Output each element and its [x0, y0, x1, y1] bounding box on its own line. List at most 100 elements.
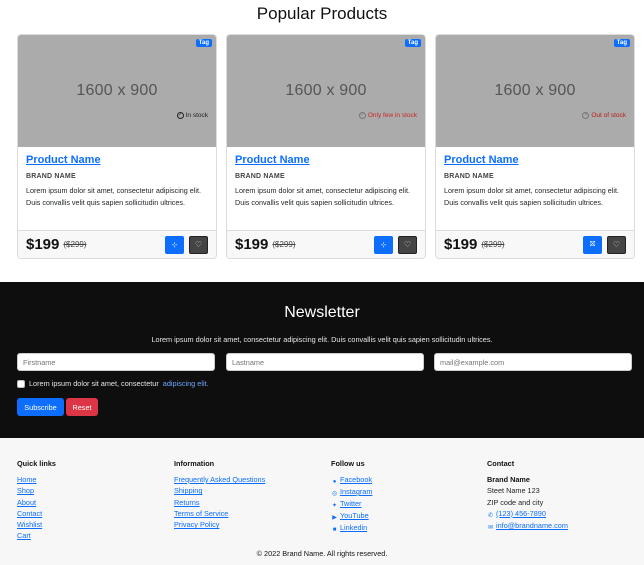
instagram-link[interactable]: ◎ Instagram — [331, 486, 373, 498]
facebook-label: Facebook — [340, 475, 373, 484]
firstname-input[interactable] — [17, 353, 215, 371]
consent-text: Lorem ipsum dolor sit amet, consectetur — [29, 379, 159, 388]
footer-link-contact[interactable]: Contact — [17, 508, 56, 519]
old-price: ($299) — [272, 240, 296, 249]
product-name-link[interactable]: Product Name — [26, 154, 208, 166]
newsletter-title: Newsletter — [284, 304, 360, 321]
footer-link-shop[interactable]: Shop — [17, 485, 56, 496]
phone-icon: ✆ — [487, 512, 494, 519]
consent-link[interactable]: adipiscing elit. — [163, 379, 209, 388]
footer-link-returns[interactable]: Returns — [174, 497, 265, 508]
consent-row: Lorem ipsum dolor sit amet, consectetur … — [17, 379, 209, 388]
card-footer: $199 ($299) ⛝ ♡ — [436, 230, 634, 258]
product-image[interactable]: 1600 x 900 Tag — [436, 35, 634, 147]
product-card: 1600 x 900 Tag Product Name BRAND NAME L… — [17, 34, 217, 259]
twitter-label: Twitter — [340, 499, 362, 508]
card-body: Product Name BRAND NAME Lorem ipsum dolo… — [18, 147, 216, 231]
youtube-label: YouTube — [340, 511, 369, 520]
heart-icon: ♡ — [194, 240, 203, 249]
check-circle-icon: ✓ — [176, 112, 184, 119]
twitter-icon: ✦ — [331, 503, 338, 509]
product-card: 1600 x 900 Tag Product Name BRAND NAME L… — [435, 34, 635, 259]
linkedin-link[interactable]: ■ Linkedin — [331, 522, 372, 534]
product-image[interactable]: 1600 x 900 Tag — [18, 35, 216, 147]
email-input[interactable] — [434, 353, 632, 371]
site-footer: Quick links Home Shop About Contact Wish… — [0, 438, 644, 565]
cart-icon: ⊹ — [380, 241, 387, 249]
contact-phone-link[interactable]: ✆ (123) 456-7890 — [487, 508, 568, 520]
product-cards: 1600 x 900 Tag Product Name BRAND NAME L… — [17, 34, 635, 259]
footer-link-wishlist[interactable]: Wishlist — [17, 519, 56, 530]
card-footer: $199 ($299) ⊹ ♡ — [18, 230, 216, 258]
brand-name: BRAND NAME — [235, 173, 285, 180]
contact-title: Contact — [487, 459, 515, 468]
follow-column: Follow us ● Facebook ◎ Instagram ✦ Twitter … — [331, 459, 372, 534]
product-card: 1600 x 900 Tag Product Name BRAND NAME L… — [226, 34, 426, 259]
contact-column: Contact Brand Name Steet Name 123 ZIP co… — [487, 459, 568, 532]
wishlist-button[interactable]: ♡ — [189, 235, 208, 254]
stock-text: Out of stock — [591, 112, 626, 119]
add-to-cart-button[interactable]: ⊹ — [165, 235, 184, 254]
product-tag-badge: Tag — [404, 39, 421, 47]
consent-checkbox[interactable] — [17, 379, 25, 388]
cart-icon: ⊹ — [171, 241, 178, 249]
wishlist-button[interactable]: ♡ — [607, 235, 626, 254]
brand-name: BRAND NAME — [444, 173, 494, 180]
product-description: Lorem ipsum dolor sit amet, consectetur … — [235, 186, 410, 207]
product-image[interactable]: 1600 x 900 Tag — [227, 35, 425, 147]
newsletter-description: Lorem ipsum dolor sit amet, consectetur … — [151, 335, 493, 344]
cart-icon: ⛝ — [589, 240, 596, 248]
footer-link-privacy[interactable]: Privacy Policy — [174, 519, 265, 530]
contact-street: Steet Name 123 — [487, 486, 540, 496]
facebook-link[interactable]: ● Facebook — [331, 474, 372, 486]
footer-link-faq[interactable]: Frequently Asked Questions — [174, 474, 265, 485]
newsletter-section: Newsletter Lorem ipsum dolor sit amet, c… — [0, 282, 644, 438]
heart-icon: ♡ — [612, 240, 621, 249]
facebook-icon: ● — [332, 479, 337, 485]
product-name-link[interactable]: Product Name — [235, 154, 417, 166]
price: $199 — [235, 236, 269, 253]
instagram-label: Instagram — [340, 487, 373, 496]
x-circle-icon: × — [582, 112, 590, 119]
information-column: Information Frequently Asked Questions S… — [174, 459, 265, 530]
card-body: Product Name BRAND NAME Lorem ipsum dolo… — [436, 147, 634, 231]
brand-name: BRAND NAME — [26, 173, 76, 180]
old-price: ($299) — [63, 240, 87, 249]
card-actions: ⛝ ♡ — [583, 235, 626, 254]
product-name-link[interactable]: Product Name — [444, 154, 626, 166]
footer-link-terms[interactable]: Terms of Service — [174, 508, 265, 519]
image-placeholder-text: 1600 x 900 — [494, 82, 576, 99]
image-placeholder-text: 1600 x 900 — [285, 82, 367, 99]
add-to-cart-button[interactable]: ⊹ — [374, 235, 393, 254]
footer-link-about[interactable]: About — [17, 497, 56, 508]
add-to-cart-button[interactable]: ⛝ — [583, 235, 602, 254]
section-title: Popular Products — [256, 4, 388, 23]
card-actions: ⊹ ♡ — [165, 235, 208, 254]
old-price: ($299) — [481, 240, 505, 249]
heart-icon: ♡ — [403, 240, 412, 249]
contact-phone: (123) 456-7890 — [496, 508, 546, 518]
lastname-input[interactable] — [226, 353, 424, 371]
check-circle-icon: ✓ — [358, 112, 366, 119]
stock-status: ✓ In stock — [176, 112, 208, 119]
footer-link-cart[interactable]: Cart — [17, 530, 56, 541]
popular-products-section: Popular Products 1600 x 900 Tag Product … — [0, 0, 644, 282]
product-description: Lorem ipsum dolor sit amet, consectetur … — [26, 186, 201, 207]
subscribe-button[interactable]: Subscribe — [17, 398, 64, 416]
footer-link-home[interactable]: Home — [17, 474, 56, 485]
contact-email-link[interactable]: ✉ info@brandname.com — [487, 520, 568, 532]
linkedin-icon: ■ — [332, 527, 337, 533]
twitter-link[interactable]: ✦ Twitter — [331, 498, 372, 510]
footer-link-shipping[interactable]: Shipping — [174, 485, 265, 496]
price: $199 — [444, 236, 478, 253]
contact-city: ZIP code and city — [487, 497, 544, 507]
stock-text: In stock — [185, 112, 208, 119]
card-footer: $199 ($299) ⊹ ♡ — [227, 230, 425, 258]
card-actions: ⊹ ♡ — [374, 235, 417, 254]
product-description: Lorem ipsum dolor sit amet, consectetur … — [444, 186, 619, 207]
stock-status: × Out of stock — [582, 112, 626, 119]
reset-button[interactable]: Reset — [66, 398, 98, 416]
image-placeholder-text: 1600 x 900 — [76, 82, 158, 99]
wishlist-button[interactable]: ♡ — [398, 235, 417, 254]
youtube-link[interactable]: ▶ YouTube — [331, 510, 372, 522]
